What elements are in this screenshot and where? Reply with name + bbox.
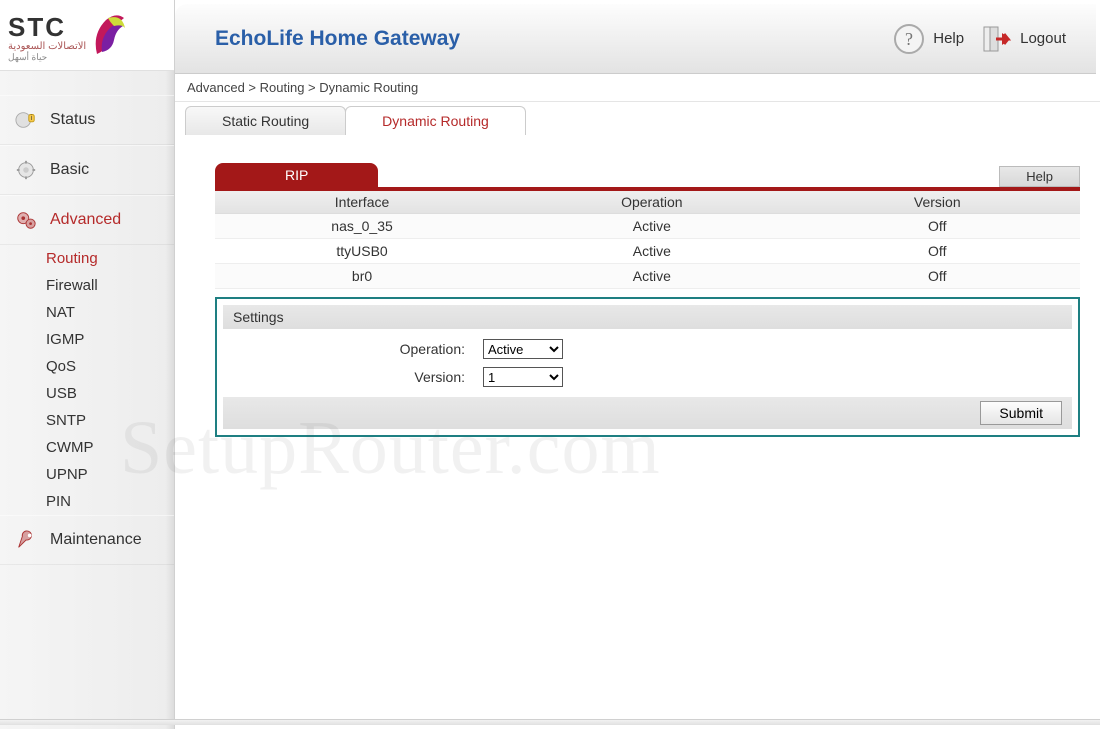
row-version: Version: 1 <box>223 363 1072 391</box>
help-icon: ? <box>893 23 925 55</box>
version-select[interactable]: 1 <box>483 367 563 387</box>
table-row[interactable]: ttyUSB0 Active Off <box>215 239 1080 264</box>
settings-title: Settings <box>223 305 1072 329</box>
nav-status[interactable]: i Status <box>0 95 174 145</box>
logo-sub1: الاتصالات السعودية <box>8 42 86 52</box>
logo-swirl-icon <box>92 14 126 58</box>
logo-brand: STC <box>8 14 86 40</box>
table-row[interactable]: br0 Active Off <box>215 264 1080 289</box>
gear-icon <box>14 158 38 182</box>
nav-basic-label: Basic <box>50 161 89 179</box>
table-row[interactable]: nas_0_35 Active Off <box>215 214 1080 239</box>
nav-advanced[interactable]: Advanced <box>0 195 174 245</box>
submit-row: Submit <box>223 397 1072 429</box>
header-actions: ? Help Logout <box>893 23 1066 55</box>
footer-divider <box>0 719 1100 725</box>
subnav-igmp[interactable]: IGMP <box>46 326 174 353</box>
subnav-upnp[interactable]: UPNP <box>46 461 174 488</box>
version-label: Version: <box>223 369 483 385</box>
cell-operation: Active <box>509 264 794 289</box>
subnav-usb[interactable]: USB <box>46 380 174 407</box>
cell-interface: br0 <box>215 264 509 289</box>
cell-operation: Active <box>509 239 794 264</box>
subnav-firewall[interactable]: Firewall <box>46 272 174 299</box>
subnav-pin[interactable]: PIN <box>46 488 174 515</box>
logo: STC الاتصالات السعودية حياة أسهل <box>0 0 174 71</box>
tabs: Static Routing Dynamic Routing <box>175 102 1100 135</box>
tab-dynamic-routing[interactable]: Dynamic Routing <box>345 106 526 135</box>
nav-basic[interactable]: Basic <box>0 145 174 195</box>
rip-table: Interface Operation Version nas_0_35 Act… <box>215 191 1080 289</box>
operation-label: Operation: <box>223 341 483 357</box>
logout-label: Logout <box>1020 30 1066 47</box>
logout-button[interactable]: Logout <box>980 23 1066 55</box>
nav-advanced-label: Advanced <box>50 211 121 229</box>
operation-select[interactable]: Active <box>483 339 563 359</box>
nav-status-label: Status <box>50 111 95 129</box>
gears-icon <box>14 208 38 232</box>
cell-version: Off <box>795 264 1080 289</box>
cell-version: Off <box>795 239 1080 264</box>
svg-text:?: ? <box>905 29 913 49</box>
context-help-button[interactable]: Help <box>999 166 1080 187</box>
settings-body: Operation: Active Version: 1 <box>217 329 1078 391</box>
cell-interface: nas_0_35 <box>215 214 509 239</box>
page-root: STC الاتصالات السعودية حياة أسهل i Statu… <box>0 0 1100 729</box>
col-operation: Operation <box>509 191 794 214</box>
page-title: EchoLife Home Gateway <box>215 27 460 51</box>
subnav-nat[interactable]: NAT <box>46 299 174 326</box>
nav-maintenance-label: Maintenance <box>50 531 142 549</box>
logo-text: STC الاتصالات السعودية حياة أسهل <box>8 14 86 62</box>
nav-maintenance[interactable]: Maintenance <box>0 515 174 565</box>
col-version: Version <box>795 191 1080 214</box>
row-operation: Operation: Active <box>223 335 1072 363</box>
logo-sub2: حياة أسهل <box>8 53 86 62</box>
subnav-advanced: Routing Firewall NAT IGMP QoS USB SNTP C… <box>0 245 174 515</box>
breadcrumb: Advanced > Routing > Dynamic Routing <box>175 74 1100 102</box>
col-interface: Interface <box>215 191 509 214</box>
subnav-cwmp[interactable]: CWMP <box>46 434 174 461</box>
submit-button[interactable]: Submit <box>980 401 1062 425</box>
table-header-row: Interface Operation Version <box>215 191 1080 214</box>
subnav-qos[interactable]: QoS <box>46 353 174 380</box>
help-button[interactable]: ? Help <box>893 23 964 55</box>
main: RIP Help Interface Operation Version nas… <box>175 135 1100 729</box>
sidebar: STC الاتصالات السعودية حياة أسهل i Statu… <box>0 0 175 729</box>
section-tabs: RIP Help <box>215 163 1080 191</box>
cell-version: Off <box>795 214 1080 239</box>
cell-operation: Active <box>509 214 794 239</box>
subnav-sntp[interactable]: SNTP <box>46 407 174 434</box>
cell-interface: ttyUSB0 <box>215 239 509 264</box>
status-icon: i <box>14 108 38 132</box>
section-tab-rip[interactable]: RIP <box>215 163 378 187</box>
tab-static-routing[interactable]: Static Routing <box>185 106 346 135</box>
logout-icon <box>980 23 1012 55</box>
settings-panel: Settings Operation: Active Version: 1 <box>215 297 1080 437</box>
content: EchoLife Home Gateway ? Help Logout Adva… <box>175 0 1100 729</box>
header: EchoLife Home Gateway ? Help Logout <box>175 4 1096 74</box>
subnav-routing[interactable]: Routing <box>46 245 174 272</box>
nav: i Status Basic Advanced Routing Firewall… <box>0 95 174 565</box>
wrench-icon <box>14 528 38 552</box>
help-label: Help <box>933 30 964 47</box>
